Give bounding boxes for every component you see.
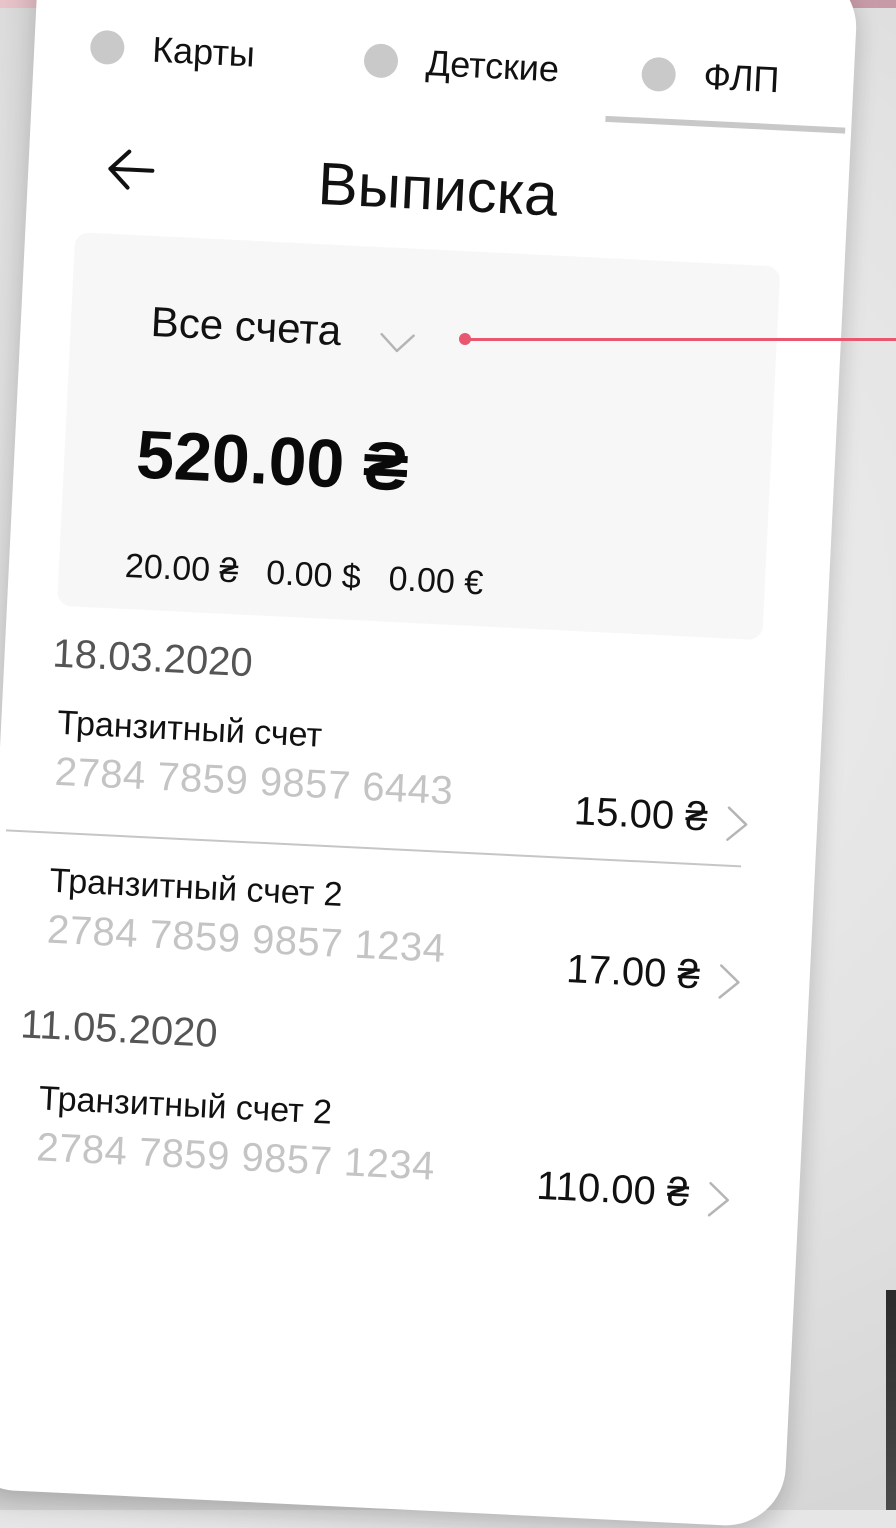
transaction-amount: 110.00 ₴ (535, 1163, 691, 1216)
tab-kids[interactable]: Детские (363, 36, 560, 93)
chevron-right-icon (726, 806, 748, 841)
tab-flp[interactable]: ФЛП (640, 50, 781, 105)
annotation-pointer-line (463, 338, 896, 341)
date-heading: 18.03.2020 (51, 631, 254, 686)
date-heading: 11.05.2020 (19, 1002, 219, 1056)
arrow-left-icon[interactable] (101, 140, 160, 199)
balance-usd: 0.00 $ (265, 553, 362, 597)
transaction-amount: 17.00 ₴ (565, 946, 701, 998)
chevron-down-icon[interactable] (378, 331, 415, 355)
transaction-account-number: 2784 7859 9857 6443 (53, 749, 455, 814)
balance-summary-card: Все счета 520.00 ₴ 20.00 ₴ 0.00 $ 0.00 € (57, 232, 781, 641)
tab-label: Детские (424, 42, 561, 90)
transaction-row[interactable]: Транзитный счет 2784 7859 9857 6443 15.0… (51, 704, 777, 879)
tab-label: Карты (151, 28, 256, 75)
annotation-pointer-dot (459, 333, 471, 345)
chevron-right-icon (718, 964, 740, 999)
transaction-account-name: Транзитный счет 2 (48, 861, 344, 914)
total-balance: 520.00 ₴ (134, 416, 411, 506)
tab-dot-icon (89, 29, 126, 66)
tab-dot-icon (363, 43, 399, 79)
tab-bar: Карты Детские ФЛП (32, 0, 855, 134)
page-title: Выписка (316, 149, 560, 229)
account-filter-label: Все счета (149, 297, 343, 355)
tab-dot-icon (640, 56, 677, 93)
transaction-account-number: 2784 7859 9857 1234 (46, 907, 447, 971)
transaction-account-number: 2784 7859 9857 1234 (35, 1125, 436, 1189)
chevron-right-icon (707, 1182, 730, 1217)
transaction-account-name: Транзитный счет 2 (37, 1079, 333, 1132)
tab-cards[interactable]: Карты (89, 23, 256, 79)
tab-label: ФЛП (702, 55, 781, 101)
active-tab-indicator (605, 115, 846, 134)
balance-uah: 20.00 ₴ (124, 546, 240, 591)
account-filter-dropdown[interactable]: Все счета (150, 298, 417, 359)
phone-screen: Карты Детские ФЛП Выписка Все счета 520.… (0, 0, 860, 1528)
transaction-account-name: Транзитный счет (56, 703, 323, 755)
currency-breakdown: 20.00 ₴ 0.00 $ 0.00 € (124, 547, 484, 603)
device-edge (886, 1290, 896, 1510)
transaction-amount: 15.00 ₴ (573, 789, 709, 840)
balance-eur: 0.00 € (387, 559, 485, 603)
transaction-row[interactable]: Транзитный счет 2 2784 7859 9857 1234 11… (33, 1079, 759, 1254)
